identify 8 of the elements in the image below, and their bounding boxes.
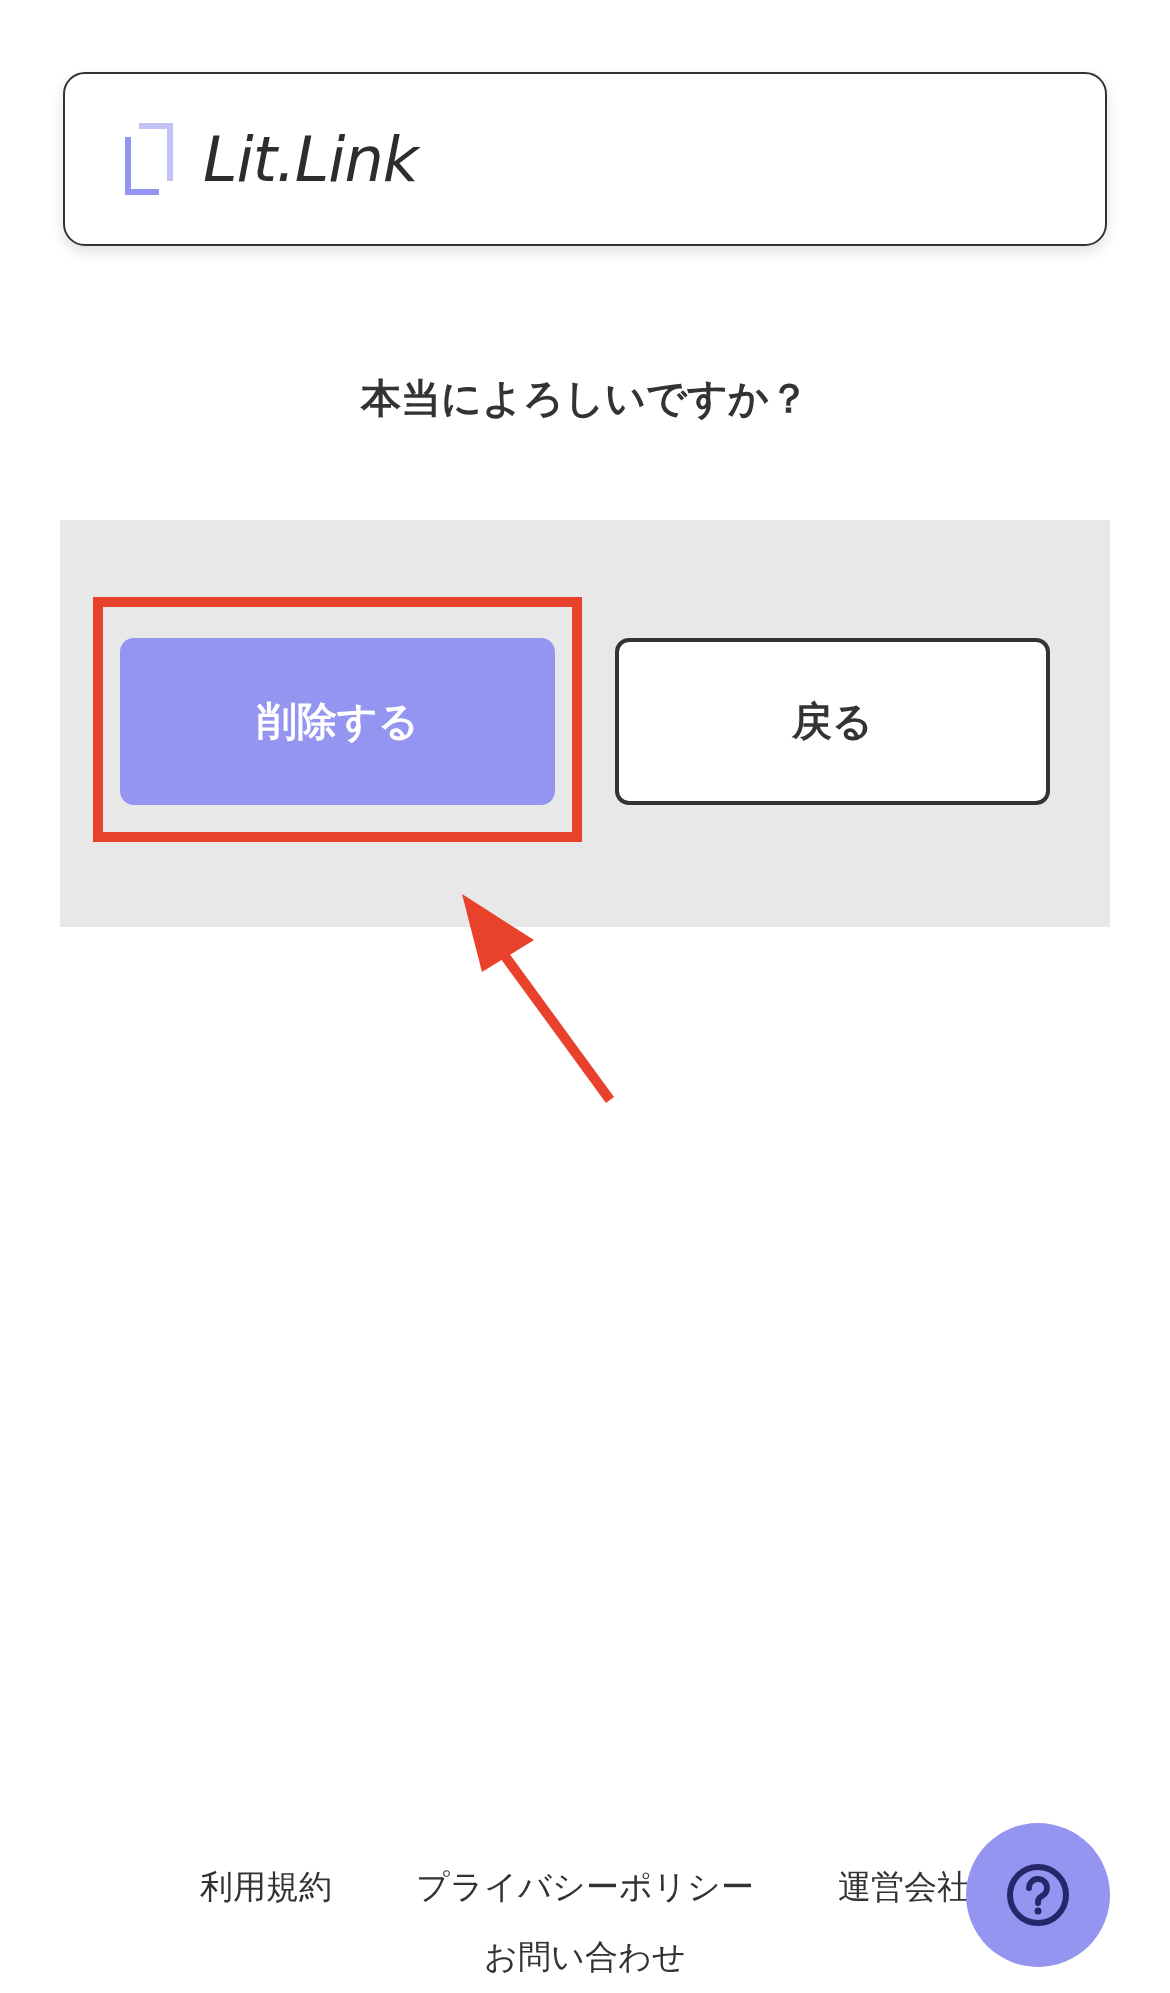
footer-link[interactable]: プライバシーポリシー — [416, 1865, 754, 1909]
logo-icon — [125, 123, 173, 195]
footer-link[interactable]: お問い合わせ — [484, 1935, 686, 1979]
back-button[interactable]: 戻る — [615, 637, 1050, 805]
footer-link[interactable]: 利用規約 — [200, 1865, 332, 1909]
help-icon — [1006, 1863, 1070, 1927]
page-title: 本当によろしいですか？ — [361, 374, 809, 423]
footer-link[interactable]: 運営会社 — [838, 1865, 970, 1909]
